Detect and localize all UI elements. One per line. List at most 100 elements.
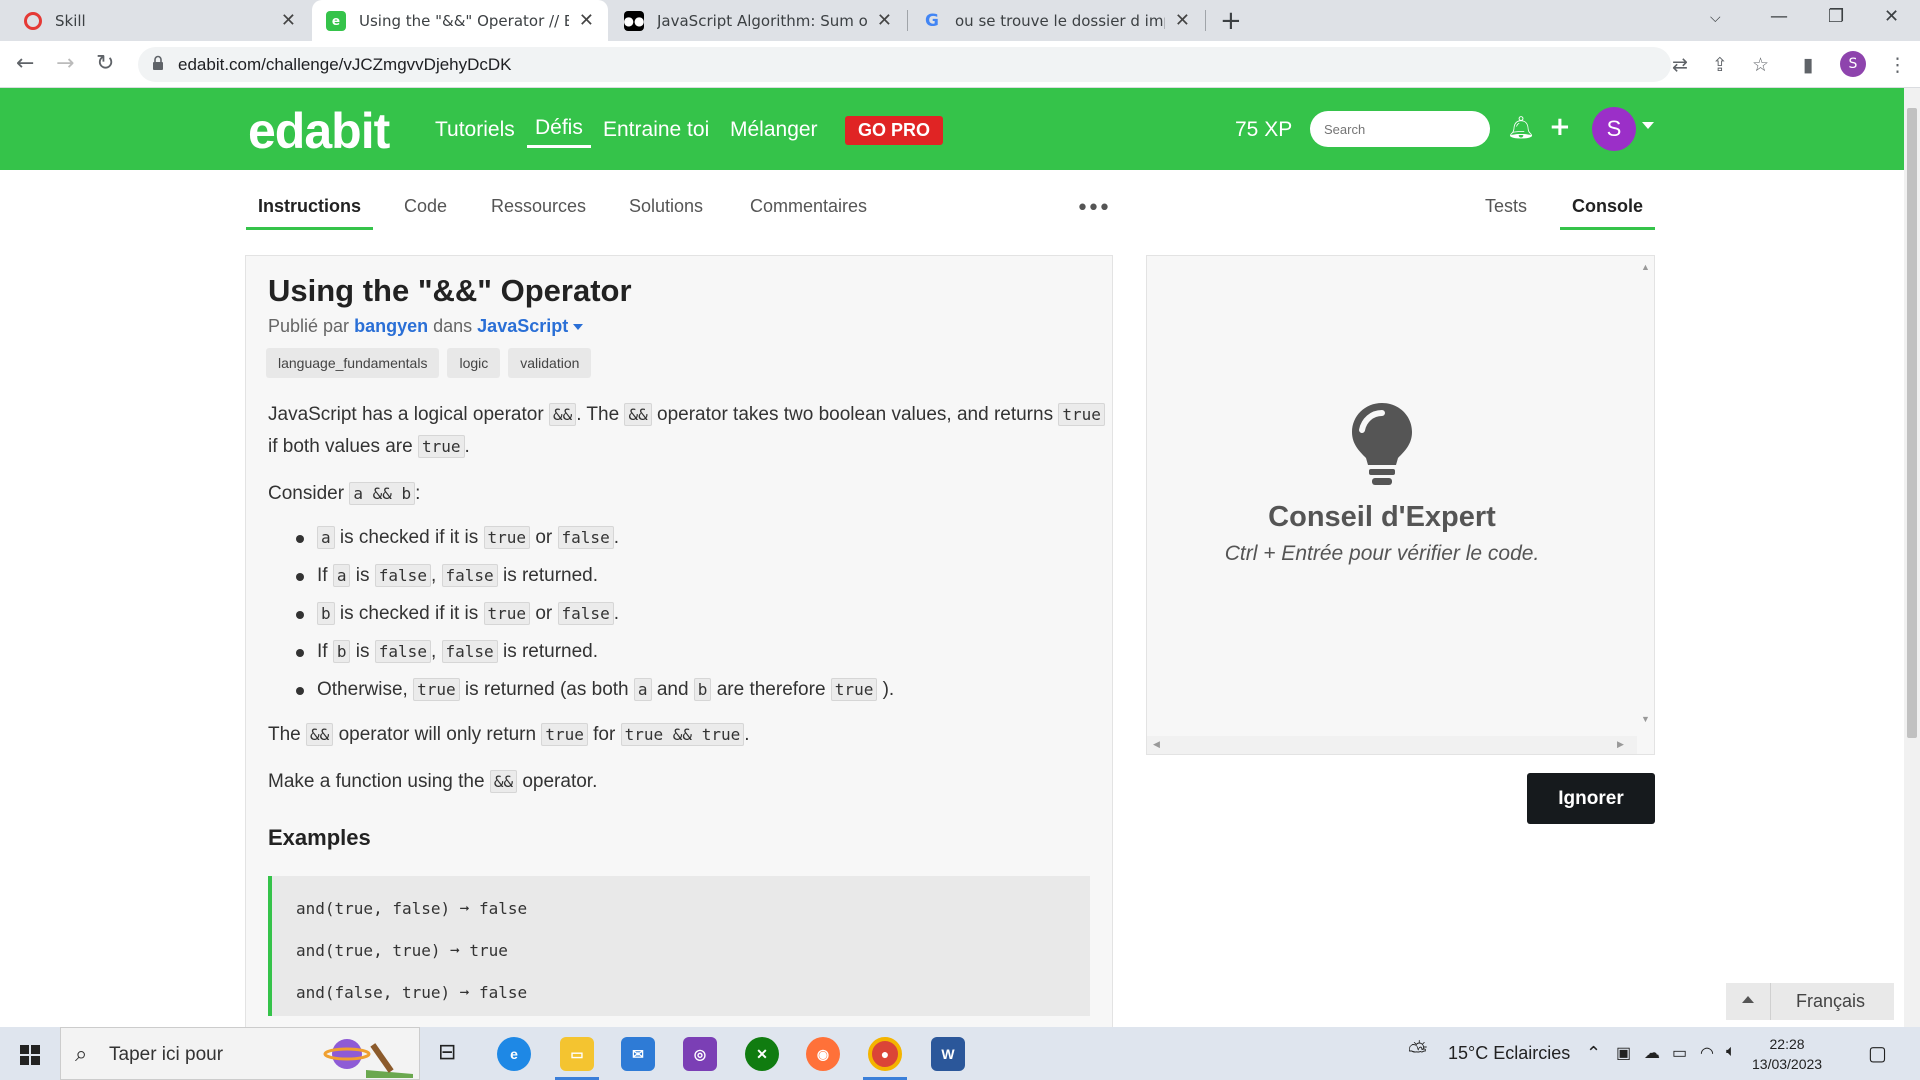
forward-icon[interactable]: → — [56, 51, 74, 76]
author-link[interactable]: bangyen — [354, 316, 428, 336]
word-icon[interactable]: W — [931, 1037, 965, 1071]
tab-solutions[interactable]: Solutions — [617, 196, 715, 227]
minimize-icon[interactable]: — — [1770, 6, 1788, 27]
browser-toolbar: ← → ↻ edabit.com/challenge/vJCZmgvvDjehy… — [0, 41, 1920, 88]
scroll-down-arrow-icon[interactable]: ▼ — [1641, 714, 1650, 724]
task-view-icon[interactable]: ⊟ — [438, 1039, 456, 1065]
text: , — [430, 641, 437, 662]
weather-text[interactable]: 15°C Eclaircies — [1448, 1043, 1570, 1064]
tab-commentaires[interactable]: Commentaires — [738, 196, 879, 227]
code-line: and(true, false) ➞ false — [296, 899, 528, 918]
weather-icon[interactable]: ⛅︎ — [1408, 1038, 1427, 1066]
edge-icon[interactable]: e — [497, 1037, 531, 1071]
browser-tab-medium[interactable]: ●● JavaScript Algorithm: Sum of Pol ✕ — [610, 0, 906, 41]
scroll-up-arrow-icon[interactable]: ▲ — [1641, 262, 1650, 272]
list-item: If a is false, false is returned. — [295, 560, 1108, 592]
tip-text: Ctrl + Entrée pour vérifier le code. — [1224, 542, 1540, 565]
chevron-down-icon[interactable] — [573, 324, 584, 331]
inline-code: false — [441, 640, 498, 663]
system-clock[interactable]: 22:28 13/03/2023 — [1752, 1034, 1822, 1074]
inline-code: a — [332, 564, 351, 587]
examples-code-block: and(true, false) ➞ false and(true, true)… — [268, 876, 1090, 1016]
browser-tab-google[interactable]: G ou se trouve le dossier d imprim ✕ — [908, 0, 1204, 41]
inline-code: true — [483, 526, 531, 549]
app-purple-icon[interactable]: ◎ — [683, 1037, 717, 1071]
language-link[interactable]: JavaScript — [477, 316, 568, 336]
avatar-initial: S — [1606, 116, 1622, 141]
onedrive-icon[interactable]: ☁ — [1644, 1043, 1660, 1063]
notification-bell-icon[interactable]: 🔔︎ — [1507, 116, 1535, 141]
text: , — [430, 565, 437, 586]
close-tab-icon[interactable]: ✕ — [877, 10, 892, 31]
site-logo[interactable]: edabit — [248, 102, 390, 160]
divider — [1770, 983, 1771, 1020]
nav-tutoriels[interactable]: Tutoriels — [435, 118, 515, 142]
tip-title: Conseil d'Expert — [1268, 501, 1496, 533]
site-header: edabit Tutoriels Défis Entraine toi Méla… — [0, 88, 1904, 170]
tab-search-chevron-icon[interactable]: ⌵ — [1710, 10, 1721, 26]
close-tab-icon[interactable]: ✕ — [579, 10, 594, 31]
nav-melanger[interactable]: Mélanger — [730, 118, 818, 142]
language-selector[interactable]: Français — [1726, 983, 1894, 1020]
examples-heading: Examples — [268, 825, 371, 850]
go-pro-button[interactable]: GO PRO — [845, 116, 944, 145]
address-bar[interactable]: edabit.com/challenge/vJCZmgvvDjehyDcDK — [138, 47, 1671, 82]
share-icon[interactable]: ⇪ — [1712, 54, 1728, 76]
more-options-icon[interactable]: ••• — [1076, 196, 1111, 221]
text: for — [593, 724, 616, 745]
inline-code: false — [557, 602, 614, 625]
nav-entraine-toi[interactable]: Entraine toi — [603, 118, 709, 142]
wifi-icon[interactable]: ◠ — [1700, 1043, 1714, 1063]
chrome-icon[interactable]: ● — [868, 1037, 902, 1071]
nav-defis[interactable]: Défis — [527, 116, 591, 148]
scrollbar-thumb[interactable] — [1907, 108, 1917, 738]
challenge-byline: Publié par bangyen dans JavaScript — [268, 316, 584, 337]
clock-date: 13/03/2023 — [1752, 1056, 1823, 1072]
user-avatar[interactable]: S — [1592, 107, 1636, 151]
create-plus-icon[interactable]: + — [1549, 112, 1571, 142]
tab-ressources[interactable]: Ressources — [479, 196, 598, 227]
volume-icon[interactable]: 🔈︎ — [1726, 1043, 1736, 1061]
close-tab-icon[interactable]: ✕ — [1175, 10, 1190, 31]
horizontal-scrollbar[interactable]: ◀ ▶ — [1147, 736, 1637, 754]
mail-icon[interactable]: ✉ — [621, 1037, 655, 1071]
text: : — [415, 483, 421, 504]
inline-code: && — [489, 770, 518, 793]
battery-icon[interactable]: ▭ — [1672, 1043, 1687, 1063]
close-tab-icon[interactable]: ✕ — [281, 10, 296, 31]
tag[interactable]: logic — [447, 348, 501, 378]
browser-tab-edabit[interactable]: e Using the "&&" Operator // Edab ✕ — [312, 0, 608, 41]
xbox-icon[interactable]: ✕ — [745, 1037, 779, 1071]
browser-tab-skill[interactable]: Skill ✕ — [10, 0, 310, 41]
tab-tests[interactable]: Tests — [1473, 196, 1539, 227]
site-search-input[interactable] — [1310, 111, 1490, 147]
firefox-icon[interactable]: ◉ — [806, 1037, 840, 1071]
browser-menu-icon[interactable]: ⋮ — [1888, 54, 1907, 76]
tab-instructions[interactable]: Instructions — [246, 196, 374, 230]
tag[interactable]: validation — [508, 348, 592, 378]
scroll-left-arrow-icon[interactable]: ◀ — [1153, 739, 1160, 750]
taskbar-search-box[interactable]: ⌕ Taper ici pour — [60, 1027, 420, 1080]
camera-icon[interactable]: ▣ — [1616, 1043, 1631, 1063]
tab-code[interactable]: Code — [392, 196, 459, 227]
ignore-button[interactable]: Ignorer — [1527, 773, 1655, 824]
file-explorer-icon[interactable]: ▭ — [560, 1037, 594, 1071]
translate-icon[interactable]: ⇄ — [1672, 54, 1688, 76]
notifications-icon[interactable]: ▢ — [1868, 1041, 1887, 1066]
tag[interactable]: language_fundamentals — [266, 348, 440, 378]
bookmark-star-icon[interactable]: ☆ — [1752, 54, 1769, 76]
tab-separator — [1205, 10, 1206, 31]
page-scrollbar[interactable] — [1904, 88, 1920, 1027]
reload-icon[interactable]: ↻ — [96, 51, 114, 76]
close-window-icon[interactable]: ✕ — [1884, 6, 1899, 27]
chevron-up-icon[interactable]: ⌃ — [1586, 1043, 1601, 1064]
restore-icon[interactable]: ❐ — [1828, 6, 1844, 27]
scroll-right-arrow-icon[interactable]: ▶ — [1617, 739, 1624, 750]
windows-start-icon[interactable] — [20, 1045, 40, 1065]
browser-profile-avatar[interactable]: S — [1840, 51, 1866, 77]
back-icon[interactable]: ← — [16, 51, 34, 76]
side-panel-icon[interactable]: ▮ — [1803, 54, 1813, 76]
tab-console[interactable]: Console — [1560, 196, 1656, 230]
chevron-down-icon[interactable] — [1642, 122, 1654, 129]
new-tab-icon[interactable]: + — [1220, 6, 1242, 36]
